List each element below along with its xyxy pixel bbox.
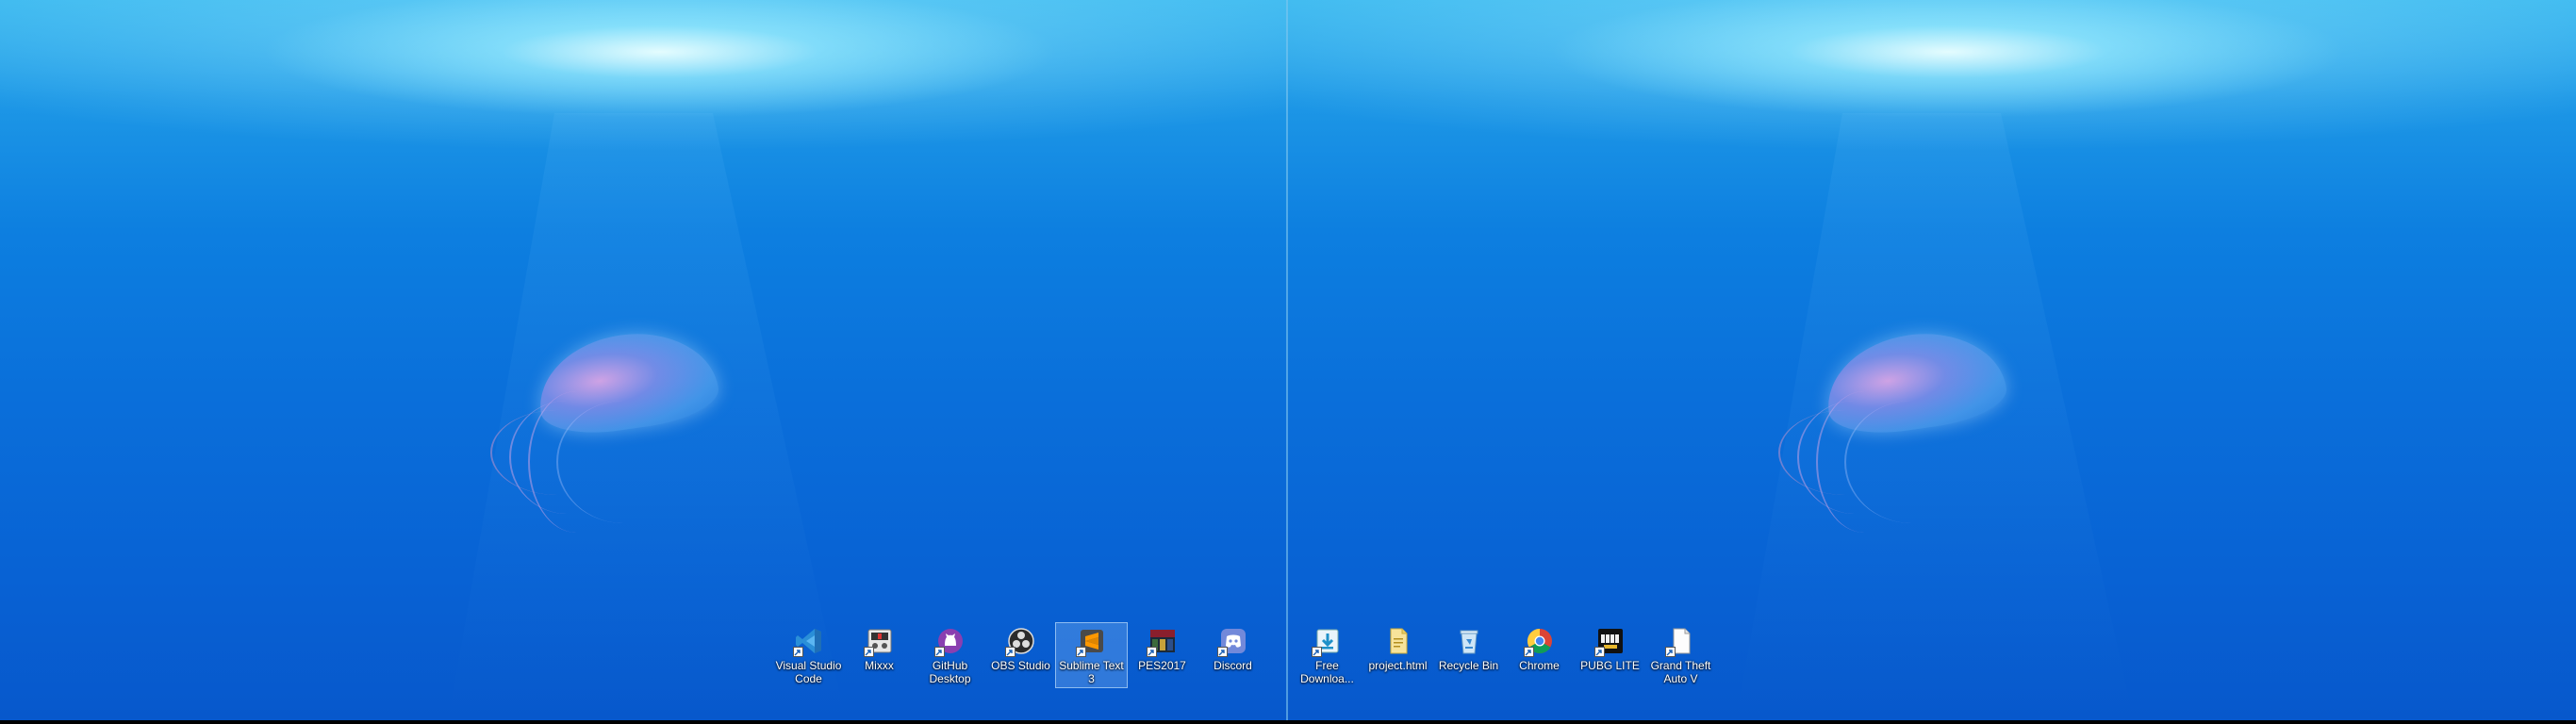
desktop-icon-visual-studio-code[interactable]: Visual Studio Code: [773, 623, 844, 687]
shortcut-arrow-icon: [1004, 647, 1016, 657]
desktop-icon-obs-studio[interactable]: OBS Studio: [985, 623, 1056, 687]
icon-label: PES2017: [1138, 659, 1186, 672]
left-monitor-wallpaper: Visual Studio Code Mixxx GitHub Desktop …: [0, 0, 1288, 720]
shortcut-arrow-icon: [1523, 647, 1534, 657]
shortcut-arrow-icon: [1216, 647, 1228, 657]
icon-label: Chrome: [1519, 659, 1560, 672]
html-file-icon: [1390, 628, 1407, 654]
desktop-icon-gta-v[interactable]: Grand Theft Auto V: [1645, 623, 1716, 687]
icon-label: Visual Studio Code: [775, 659, 842, 685]
icon-label: GitHub Desktop: [929, 659, 971, 685]
shortcut-arrow-icon: [933, 647, 945, 657]
icon-label: project.html: [1368, 659, 1428, 672]
jellyfish-image: [1759, 322, 2023, 533]
icon-label: Recycle Bin: [1438, 659, 1499, 672]
shortcut-arrow-icon: [863, 647, 874, 657]
shortcut-arrow-icon: [1075, 647, 1086, 657]
jellyfish-image: [471, 322, 735, 533]
desktop-icon-project-html[interactable]: project.html: [1362, 623, 1433, 687]
desktop: Visual Studio Code Mixxx GitHub Desktop …: [0, 0, 2576, 724]
icon-label: Grand Theft Auto V: [1650, 659, 1711, 685]
desktop-icon-recycle-bin[interactable]: Recycle Bin: [1433, 623, 1504, 687]
right-icon-row: Free Downloa... project.html Recycle Bin…: [1292, 623, 1716, 687]
desktop-icon-pubg-lite[interactable]: PUBG LITE: [1575, 623, 1645, 687]
left-icon-row: Visual Studio Code Mixxx GitHub Desktop …: [773, 622, 1268, 688]
shortcut-arrow-icon: [1146, 647, 1157, 657]
desktop-icon-mixxx[interactable]: Mixxx: [844, 623, 915, 687]
right-monitor-wallpaper: [1288, 0, 2576, 720]
shortcut-arrow-icon: [1664, 647, 1676, 657]
recycle-bin-icon: [1460, 630, 1478, 654]
desktop-icon-discord[interactable]: Discord: [1197, 623, 1268, 687]
desktop-icon-pes2017[interactable]: PES2017: [1127, 623, 1197, 687]
shortcut-arrow-icon: [1593, 647, 1605, 657]
desktop-icon-free-download[interactable]: Free Downloa...: [1292, 623, 1362, 687]
icon-label: Sublime Text 3: [1059, 659, 1124, 685]
desktop-icon-github-desktop[interactable]: GitHub Desktop: [915, 623, 985, 687]
shortcut-arrow-icon: [1311, 647, 1322, 657]
icon-label: Discord: [1214, 659, 1252, 672]
desktop-icon-sublime-text-3[interactable]: Sublime Text 3: [1055, 622, 1128, 688]
icon-label: Mixxx: [865, 659, 894, 672]
shortcut-arrow-icon: [792, 647, 803, 657]
monitor-divider: [1286, 0, 1288, 720]
icon-label: OBS Studio: [991, 659, 1050, 672]
icon-label: Free Downloa...: [1300, 659, 1354, 685]
desktop-icon-chrome[interactable]: Chrome: [1504, 623, 1575, 687]
icon-label: PUBG LITE: [1580, 659, 1640, 672]
